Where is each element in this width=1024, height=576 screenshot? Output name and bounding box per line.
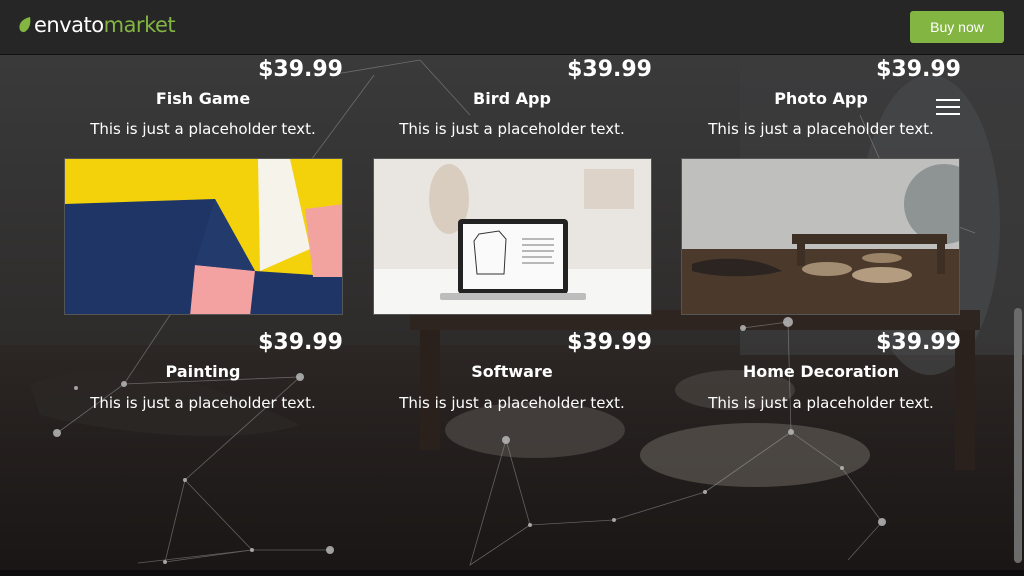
product-thumbnail-software[interactable] xyxy=(373,158,652,315)
product-title: Photo App xyxy=(774,89,868,108)
product-title: Painting xyxy=(165,362,241,381)
product-price: $39.99 xyxy=(876,330,961,355)
product-description: This is just a placeholder text. xyxy=(90,120,316,138)
room-interior-image xyxy=(682,159,959,314)
product-thumbnail-home-decoration[interactable] xyxy=(681,158,960,315)
product-price: $39.99 xyxy=(876,57,961,82)
envato-market-logo[interactable]: envatomarket xyxy=(18,13,176,37)
product-title: Bird App xyxy=(473,89,551,108)
logo-text-market: market xyxy=(103,13,176,37)
laptop-image xyxy=(374,159,651,314)
product-title: Software xyxy=(471,362,553,381)
logo-text-envato: envato xyxy=(34,13,104,37)
product-price: $39.99 xyxy=(567,57,652,82)
product-thumbnail-painting[interactable] xyxy=(64,158,343,315)
product-title: Home Decoration xyxy=(742,362,900,381)
bottom-edge xyxy=(0,570,1024,576)
product-description: This is just a placeholder text. xyxy=(708,120,934,138)
product-description: This is just a placeholder text. xyxy=(399,120,625,138)
scrollbar[interactable] xyxy=(1014,308,1022,563)
product-price: $39.99 xyxy=(258,330,343,355)
buy-now-button[interactable]: Buy now xyxy=(910,11,1004,43)
product-price: $39.99 xyxy=(567,330,652,355)
product-description: This is just a placeholder text. xyxy=(90,394,316,412)
leaf-icon xyxy=(19,17,31,33)
product-title: Fish Game xyxy=(155,89,251,108)
logo-text: envatomarket xyxy=(34,13,176,37)
product-price: $39.99 xyxy=(258,57,343,82)
hamburger-menu-icon[interactable] xyxy=(936,99,960,115)
topbar: envatomarket Buy now xyxy=(0,0,1024,55)
product-description: This is just a placeholder text. xyxy=(708,394,934,412)
abstract-painting-image xyxy=(65,159,342,314)
product-description: This is just a placeholder text. xyxy=(399,394,625,412)
